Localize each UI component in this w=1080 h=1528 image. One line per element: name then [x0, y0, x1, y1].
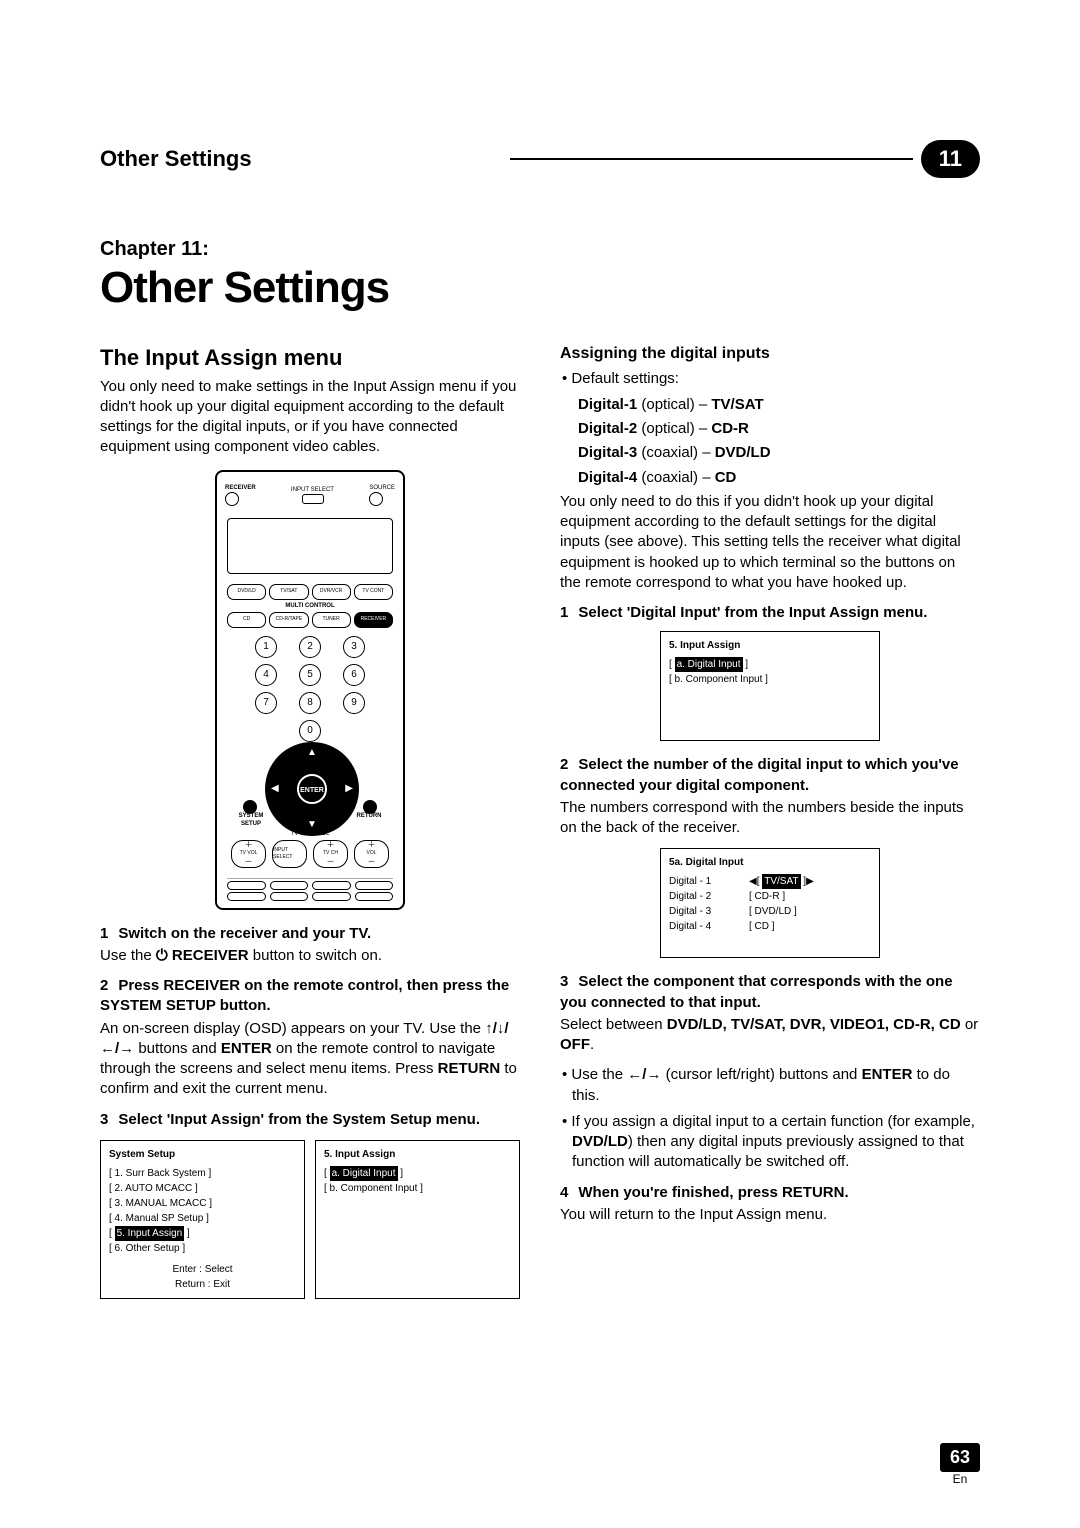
osd-input-assign: 5. Input Assign [ a. Digital Input ][ b.… [315, 1140, 520, 1299]
power-icon [225, 492, 239, 506]
right-intro: You only need to do this if you didn't h… [560, 492, 980, 593]
source-power-icon [369, 492, 383, 506]
remote-numpad: 1 2 3 4 5 6 7 8 9 0 [247, 636, 373, 742]
remote-receiver-label: RECEIVER [225, 485, 256, 491]
remote-system-setup-label: SYSTEM SETUP [231, 812, 271, 828]
arrow-left-icon: ◀ [271, 782, 279, 796]
right-bullet-2: If you assign a digital input to a certa… [572, 1112, 980, 1173]
right-step-4-text: You will return to the Input Assign menu… [560, 1205, 980, 1225]
osd-input-assign-2: 5. Input Assign [ a. Digital Input ][ b.… [660, 631, 880, 741]
arrow-right-icon: ▶ [345, 782, 353, 796]
osd-digital-input: 5a. Digital Input Digital - 1◀[ TV/SAT ]… [660, 848, 880, 958]
remote-tv-row: ＋TV VOL－ INPUT SELECT ＋TV CH－ ＋VOL－ [231, 840, 389, 868]
right-column: Assigning the digital inputs Default set… [560, 343, 980, 1313]
right-bullet-1: Use the ←/→ (cursor left/right) buttons … [572, 1065, 980, 1106]
remote-input-select-label: INPUT SELECT [291, 486, 334, 507]
right-step-2: 2Select the number of the digital input … [560, 755, 980, 796]
osd-system-setup: System Setup [ 1. Surr Back System ][ 2.… [100, 1140, 305, 1299]
left-step-1-text: Use the ⏻ RECEIVER button to switch on. [100, 946, 520, 966]
arrow-left-right-icon: ←/→ [627, 1066, 661, 1083]
chapter-title: Other Settings [100, 263, 980, 313]
default-settings-list: Digital-1 (optical) – TV/SATDigital-2 (o… [578, 395, 980, 488]
left-step-3: 3Select 'Input Assign' from the System S… [100, 1110, 520, 1130]
remote-dpad: ▲ ▼ ◀ ▶ ENTER [265, 742, 359, 836]
power-icon: ⏻ [156, 947, 168, 964]
remote-source-row-1: DVD/LD TV/SAT DVR/VCR TV CONT [227, 584, 393, 600]
right-step-1: 1Select 'Digital Input' from the Input A… [560, 603, 980, 623]
left-step-1: 1Switch on the receiver and your TV. [100, 924, 520, 944]
remote-tvcontrol-label: TV CONTROL [217, 830, 403, 838]
remote-source-label: SOURCE [369, 485, 395, 491]
input-assign-heading: The Input Assign menu [100, 343, 520, 373]
page-header: Other Settings 11 [100, 140, 980, 178]
input-assign-intro: You only need to make settings in the In… [100, 377, 520, 458]
remote-multicontrol-label: MULTI CONTROL [217, 602, 403, 610]
header-divider [510, 158, 912, 160]
remote-enter-button: ENTER [297, 774, 327, 804]
remote-transport-area [227, 878, 393, 906]
arrow-up-icon: ▲ [307, 746, 317, 760]
right-step-3-text: Select between DVD/LD, TV/SAT, DVR, VIDE… [560, 1015, 980, 1056]
right-step-2-text: The numbers correspond with the numbers … [560, 798, 980, 839]
left-step-2-text: An on-screen display (OSD) appears on yo… [100, 1019, 520, 1100]
left-column: The Input Assign menu You only need to m… [100, 343, 520, 1313]
right-step-4: 4When you're finished, press RETURN. [560, 1183, 980, 1203]
remote-source-row-2: CD CD-R/TAPE TUNER RECEIVER [227, 612, 393, 628]
default-settings-label: Default settings: [572, 369, 980, 389]
page-number: 63 En [940, 1443, 980, 1486]
chapter-label: Chapter 11: [100, 238, 980, 261]
remote-control-illustration: RECEIVER INPUT SELECT SOURCE DVD/LD [215, 470, 405, 910]
chapter-number-badge: 11 [921, 140, 980, 178]
left-step-2: 2Press RECEIVER on the remote control, t… [100, 976, 520, 1017]
right-step-3: 3Select the component that corresponds w… [560, 972, 980, 1013]
header-section-title: Other Settings [100, 146, 502, 172]
remote-display-area [227, 518, 393, 574]
remote-return-label: RETURN [349, 812, 389, 820]
assigning-digital-heading: Assigning the digital inputs [560, 343, 980, 365]
